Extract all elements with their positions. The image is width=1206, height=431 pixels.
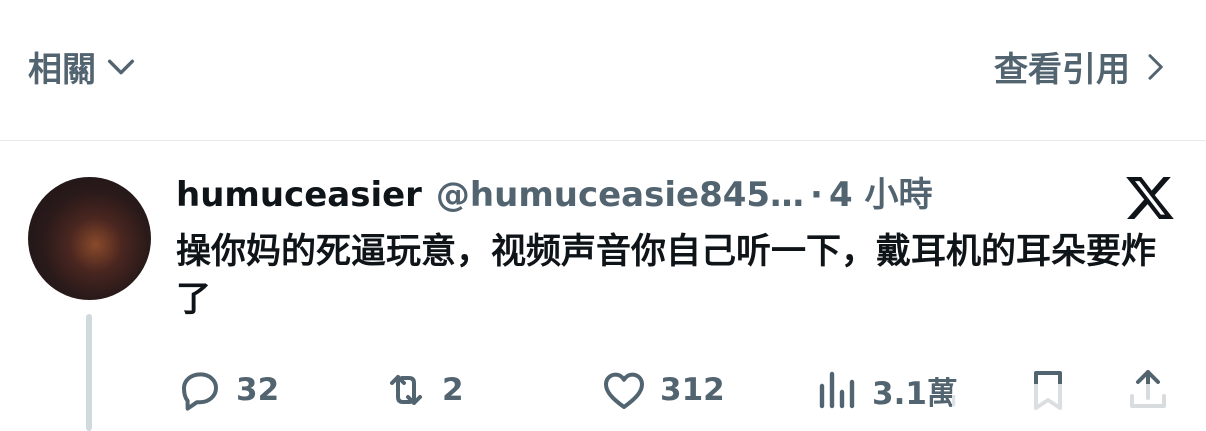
tweet-header: humuceasier @humuceasie845… · 4 小時 bbox=[176, 170, 932, 220]
x-logo-icon[interactable] bbox=[1124, 172, 1176, 224]
reply-button[interactable]: 32 bbox=[176, 364, 279, 416]
username[interactable]: humuceasier bbox=[176, 170, 422, 220]
like-button[interactable]: 312 bbox=[600, 364, 725, 416]
related-label: 相關 bbox=[28, 50, 96, 90]
views-count: 3.1萬 bbox=[872, 375, 958, 412]
related-dropdown[interactable]: 相關 bbox=[28, 42, 138, 91]
views-button[interactable]: 3.1萬 bbox=[812, 364, 958, 416]
retweet-icon bbox=[390, 375, 422, 405]
separator-dot: · bbox=[810, 175, 823, 215]
thread-line bbox=[86, 314, 92, 431]
view-quotes-label: 查看引用 bbox=[994, 50, 1130, 90]
handle[interactable]: @humuceasie845… bbox=[436, 170, 804, 220]
views-icon bbox=[819, 371, 855, 409]
timestamp[interactable]: 4 小時 bbox=[829, 170, 933, 220]
avatar[interactable] bbox=[28, 177, 151, 300]
watermark-overlay bbox=[952, 384, 1200, 422]
chevron-right-icon bbox=[1148, 53, 1163, 80]
view-quotes-link[interactable]: 查看引用 bbox=[994, 42, 1170, 91]
tweet-text: 操你妈的死逼玩意，视频声音你自己听一下，戴耳机的耳朵要炸了 bbox=[176, 232, 1157, 320]
like-icon bbox=[604, 372, 644, 409]
top-bar: 相關 查看引用 bbox=[0, 0, 1206, 141]
retweet-button[interactable]: 2 bbox=[382, 364, 464, 416]
retweet-count: 2 bbox=[442, 372, 464, 408]
reply-icon bbox=[182, 372, 218, 411]
chevron-down-icon bbox=[107, 59, 135, 74]
reply-count: 32 bbox=[236, 372, 280, 408]
like-count: 312 bbox=[660, 372, 725, 408]
